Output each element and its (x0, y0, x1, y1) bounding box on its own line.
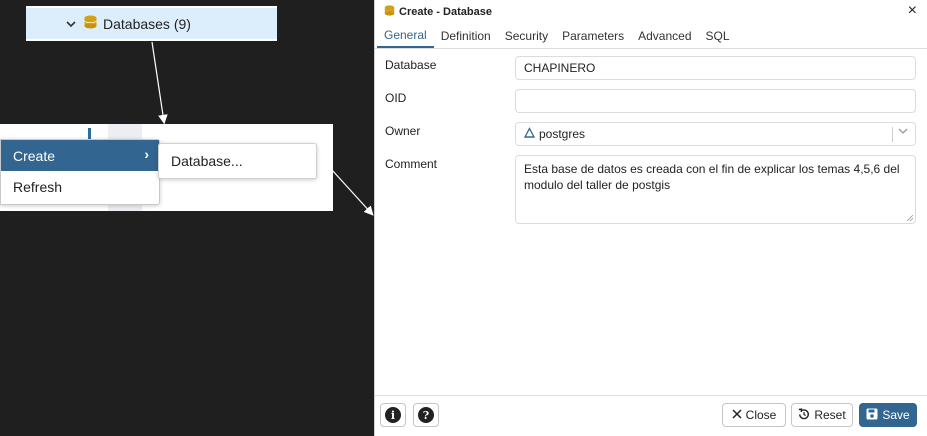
close-label: Close (745, 408, 777, 422)
close-icon (732, 408, 742, 422)
tab-general[interactable]: General (377, 23, 434, 48)
database-icon (384, 4, 395, 19)
comment-textarea[interactable]: Esta base de datos es creada con el fin … (515, 155, 916, 224)
dialog-tabs: General Definition Security Parameters A… (375, 23, 927, 49)
save-button[interactable]: Save (859, 403, 917, 427)
menu-item-label: Refresh (13, 178, 63, 195)
tree-panel-snippet: Databases (9) (26, 6, 277, 41)
oid-label: OID (385, 91, 407, 105)
info-button[interactable]: i (380, 403, 406, 427)
tree-node-label: Databases (9) (103, 15, 191, 32)
save-label: Save (882, 408, 910, 422)
database-label: Database (385, 58, 437, 72)
dialog-title: Create - Database (399, 5, 492, 18)
database-icon (84, 15, 97, 32)
tab-advanced[interactable]: Advanced (631, 23, 698, 48)
dialog-title-bar: Create - Database (375, 0, 927, 23)
chevron-right-icon: › (144, 146, 149, 162)
menu-item-label: Create (13, 147, 56, 164)
oid-input[interactable] (515, 89, 916, 113)
user-icon (523, 127, 536, 141)
select-divider (892, 127, 893, 142)
owner-select[interactable]: postgres (515, 122, 916, 146)
owner-value: postgres (539, 127, 586, 141)
close-button[interactable]: Close (722, 403, 786, 427)
save-icon (866, 408, 878, 423)
context-menu: Create › Refresh (0, 139, 160, 205)
context-menu-snippet: Create › Refresh Database... (0, 124, 333, 211)
reset-icon (798, 407, 810, 423)
dialog-footer: i ? Close Reset Save (375, 395, 927, 436)
submenu-item-database[interactable]: Database... (158, 143, 317, 179)
close-icon[interactable]: × (908, 3, 917, 19)
info-icon: i (385, 407, 401, 423)
help-icon: ? (418, 407, 434, 423)
reset-button[interactable]: Reset (791, 403, 853, 427)
menu-item-create[interactable]: Create › (1, 140, 159, 171)
comment-value: Esta base de datos es creada con el fin … (524, 162, 900, 192)
menu-item-refresh[interactable]: Refresh (1, 171, 159, 202)
arrow-menu-to-dialog (331, 169, 374, 216)
database-input[interactable]: CHAPINERO (515, 56, 916, 80)
owner-label: Owner (385, 124, 421, 138)
resize-grip-icon[interactable] (907, 215, 913, 221)
tab-security[interactable]: Security (498, 23, 555, 48)
tab-parameters[interactable]: Parameters (555, 23, 631, 48)
comment-label: Comment (385, 157, 438, 171)
submenu-item-label: Database... (171, 153, 243, 169)
database-value: CHAPINERO (524, 61, 596, 75)
tab-sql[interactable]: SQL (699, 23, 737, 48)
reset-label: Reset (814, 408, 846, 422)
chevron-down-icon[interactable] (898, 126, 908, 139)
create-database-dialog: Create - Database × General Definition S… (374, 0, 927, 436)
tab-definition[interactable]: Definition (434, 23, 498, 48)
tree-node-databases[interactable]: Databases (9) (26, 8, 277, 39)
help-button[interactable]: ? (413, 403, 439, 427)
arrow-tree-to-menu (151, 41, 168, 125)
chevron-down-icon[interactable] (66, 16, 76, 32)
